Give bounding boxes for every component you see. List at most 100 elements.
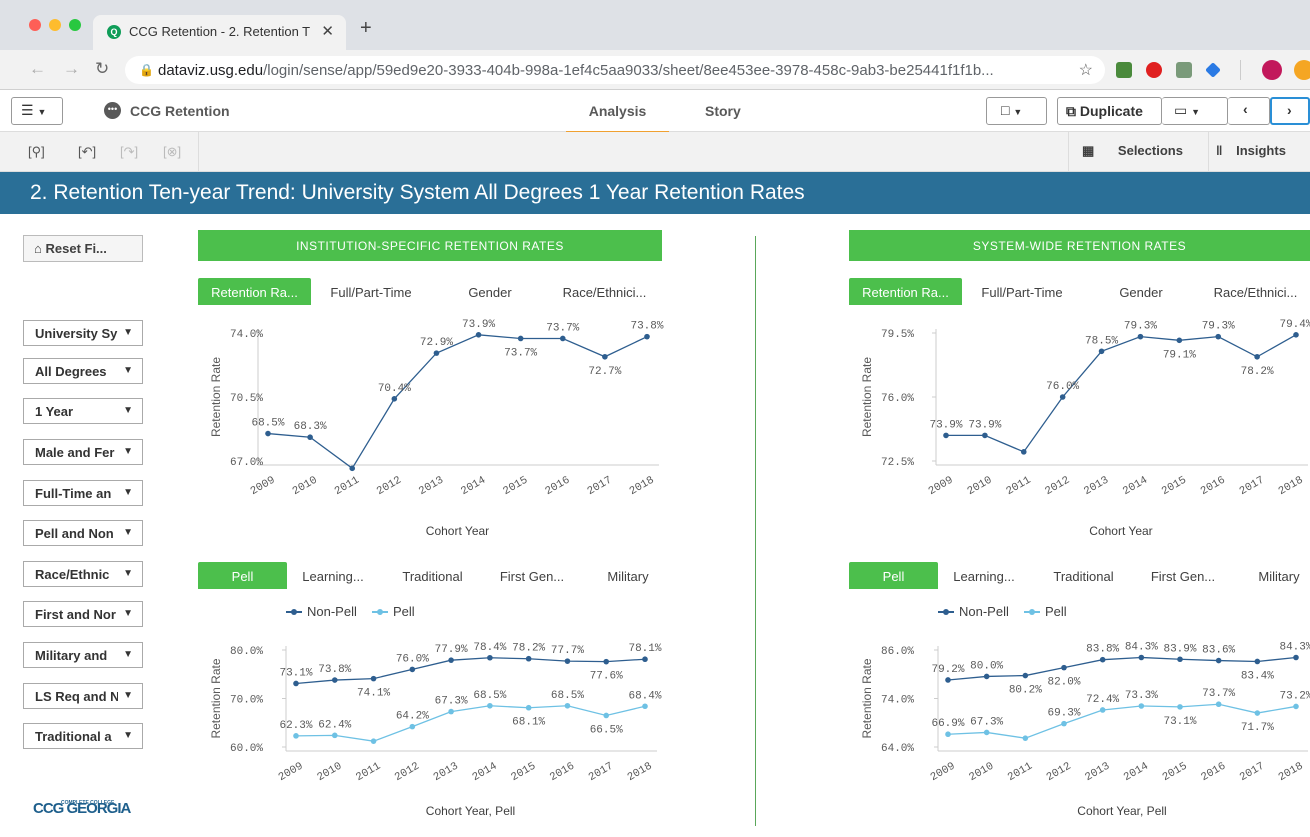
zoom-window-button[interactable]	[69, 19, 81, 31]
tab-story[interactable]: Story	[705, 103, 741, 119]
tab-institution-subgroup-3[interactable]: First Gen...	[486, 562, 578, 589]
x-tick-label: 2009	[929, 760, 958, 784]
data-point	[945, 731, 951, 738]
y-tick-label: 76.0%	[881, 393, 914, 405]
x-tick-label: 2013	[417, 474, 446, 498]
data-label: 67.3%	[970, 716, 1003, 728]
tab-system-subgroup-4[interactable]: Military	[1229, 562, 1310, 589]
previous-sheet-button[interactable]: ‹	[1228, 97, 1270, 125]
data-label: 77.9%	[435, 644, 468, 656]
data-label: 82.0%	[1047, 677, 1080, 689]
tab-close-icon[interactable]: ✕	[321, 22, 334, 40]
data-label: 68.1%	[512, 717, 545, 729]
filter-dropdown[interactable]: Military and ▼	[23, 642, 143, 668]
bookmark-star-icon[interactable]: ☆	[1079, 60, 1093, 80]
reload-icon[interactable]: ↻	[95, 59, 109, 79]
back-arrow-icon[interactable]: ←	[29, 59, 46, 79]
filter-dropdown[interactable]: First and Nor ▼	[23, 601, 143, 627]
filter-dropdown[interactable]: All Degrees ▼	[23, 358, 143, 384]
data-label: 79.3%	[1202, 321, 1235, 333]
app-icon: •••	[104, 102, 121, 119]
bookmark-button[interactable]: □ ▼	[986, 97, 1047, 125]
tab-institution-subgroup-2[interactable]: Traditional	[379, 562, 486, 589]
data-point	[564, 658, 571, 664]
filter-label: 1 Year	[35, 404, 74, 419]
data-point	[1215, 701, 1222, 708]
filter-dropdown[interactable]: 1 Year ▼	[23, 398, 143, 424]
tab-system-metric-2[interactable]: Gender	[1082, 278, 1200, 305]
data-label: 84.3%	[1125, 641, 1158, 653]
main-menu-button[interactable]: ☰ ▼	[11, 97, 63, 125]
filter-dropdown[interactable]: LS Req and N ▼	[23, 683, 143, 709]
data-point	[983, 729, 990, 736]
tab-system-metric-3[interactable]: Race/Ethnici...	[1200, 278, 1310, 305]
legend-label: Pell	[393, 604, 415, 619]
chevron-down-icon: ▼	[123, 365, 133, 376]
tab-institution-metric-0[interactable]: Retention Ra...	[198, 278, 311, 305]
x-tick-label: 2015	[1160, 474, 1189, 498]
data-label: 83.8%	[1086, 644, 1119, 656]
data-point	[391, 396, 398, 402]
data-point	[1137, 333, 1144, 340]
filter-dropdown[interactable]: Male and Fer ▼	[23, 439, 143, 465]
y-axis-title: Retention Rate	[860, 658, 874, 738]
extension-icon[interactable]	[1176, 62, 1192, 78]
data-label: 74.1%	[357, 688, 390, 700]
filter-dropdown[interactable]: Full-Time an ▼	[23, 480, 143, 506]
data-label: 69.3%	[1047, 708, 1080, 720]
adblock-icon[interactable]	[1146, 62, 1162, 78]
tab-system-metric-1[interactable]: Full/Part-Time	[962, 278, 1082, 305]
tab-institution-metric-1[interactable]: Full/Part-Time	[311, 278, 431, 305]
tab-system-subgroup-1[interactable]: Learning...	[938, 562, 1030, 589]
tab-institution-metric-2[interactable]: Gender	[431, 278, 549, 305]
extension-icon[interactable]	[1205, 62, 1221, 78]
filter-dropdown[interactable]: University Sy ▼	[23, 320, 143, 346]
selections-label: Selections	[1117, 143, 1183, 158]
data-label: 68.4%	[628, 690, 661, 702]
tab-system-subgroup-3[interactable]: First Gen...	[1137, 562, 1229, 589]
tab-system-metric-0[interactable]: Retention Ra...	[849, 278, 962, 305]
x-tick-label: 2018	[1277, 474, 1306, 498]
profile-avatar[interactable]	[1262, 60, 1282, 80]
new-tab-button[interactable]: +	[360, 18, 372, 38]
filter-dropdown[interactable]: Pell and Non ▼	[23, 520, 143, 546]
tab-institution-subgroup-0[interactable]: Pell	[198, 562, 287, 589]
smart-search-icon[interactable]: [⚲]	[28, 144, 45, 160]
extension-icon[interactable]	[1116, 62, 1132, 78]
data-label: 73.9%	[462, 319, 495, 331]
browser-tab[interactable]: Q CCG Retention - 2. Retention T ✕	[93, 15, 346, 50]
step-forward-icon[interactable]: [↷]	[120, 144, 138, 160]
data-label: 73.7%	[1202, 688, 1235, 700]
address-bar[interactable]: 🔒 dataviz.usg.edu/login/sense/app/59ed9e…	[125, 56, 1105, 84]
duplicate-button[interactable]: ⧉ Duplicate	[1057, 97, 1162, 125]
reset-filters-button[interactable]: ⌂ Reset Fi...	[23, 235, 143, 262]
filter-dropdown[interactable]: Traditional a ▼	[23, 723, 143, 749]
chevron-down-icon: ▼	[37, 107, 47, 117]
x-axis-title: Cohort Year	[1089, 524, 1152, 538]
qlik-favicon-icon: Q	[107, 25, 121, 39]
tab-institution-metric-3[interactable]: Race/Ethnici...	[549, 278, 660, 305]
y-tick-label: 67.0%	[230, 457, 263, 469]
filter-label: University Sy	[35, 326, 118, 341]
insights-button[interactable]: ‖ Insights	[1216, 143, 1286, 158]
forward-arrow-icon[interactable]: →	[63, 59, 80, 79]
extension-icon[interactable]	[1294, 60, 1310, 80]
close-window-button[interactable]	[29, 19, 41, 31]
tab-analysis[interactable]: Analysis	[566, 103, 669, 133]
clear-selections-icon[interactable]: [⊗]	[163, 144, 181, 160]
series-line	[295, 657, 646, 685]
data-label: 84.3%	[1279, 641, 1310, 653]
tab-system-subgroup-0[interactable]: Pell	[849, 562, 938, 589]
step-back-icon[interactable]: [↶]	[78, 144, 96, 160]
data-point	[559, 335, 566, 342]
tab-institution-subgroup-1[interactable]: Learning...	[287, 562, 379, 589]
minimize-window-button[interactable]	[49, 19, 61, 31]
y-tick-label: 72.5%	[881, 457, 914, 469]
filter-dropdown[interactable]: Race/Ethnic ▼	[23, 561, 143, 587]
sheets-button[interactable]: ▭ ▼	[1162, 97, 1228, 125]
tab-institution-subgroup-4[interactable]: Military	[578, 562, 678, 589]
tab-system-subgroup-2[interactable]: Traditional	[1030, 562, 1137, 589]
series-line	[947, 703, 1297, 739]
filter-label: All Degrees	[35, 364, 107, 379]
next-sheet-button[interactable]: ›	[1270, 97, 1310, 125]
